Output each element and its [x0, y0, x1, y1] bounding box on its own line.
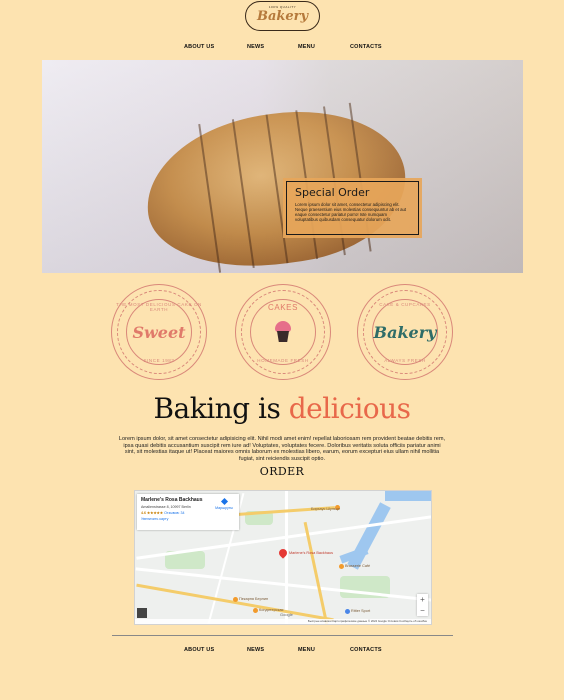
zoom-controls: + −	[417, 594, 428, 616]
bakery-logo[interactable]: 100% QUALITY Bakery	[245, 1, 320, 31]
map-label-1: Бирхаус Шульце	[311, 507, 341, 511]
directions-button[interactable]: Маршруты	[215, 497, 233, 510]
footer-nav-menu[interactable]: MENU	[298, 647, 315, 653]
poi-icon[interactable]	[233, 597, 238, 602]
page-heading: Baking is delicious	[0, 392, 564, 425]
cupcake-icon	[273, 321, 293, 343]
hero-banner	[42, 60, 523, 273]
special-order-text: Lorem ipsum dolor sit amet, consectetur …	[295, 202, 407, 222]
badge-bakery-center: Bakery	[373, 322, 437, 342]
footer-nav-contacts[interactable]: CONTACTS	[350, 647, 382, 653]
zoom-in-button[interactable]: +	[417, 594, 428, 605]
special-order-title: Special Order	[295, 186, 370, 199]
badge-sweet: THE MOST DELICIOUS CAKE ON EARTH Sweet S…	[111, 284, 207, 380]
heading-accent: delicious	[288, 392, 411, 425]
directions-icon	[220, 497, 228, 506]
street-view-icon[interactable]	[137, 608, 147, 618]
footer-nav: ABOUT US NEWS MENU CONTACTS	[0, 647, 564, 657]
larger-map-link[interactable]: Увеличить карту	[141, 517, 235, 521]
order-heading: ORDER	[259, 465, 305, 478]
poi-icon[interactable]	[253, 608, 258, 613]
footer-divider	[112, 635, 453, 636]
poi-icon[interactable]	[339, 564, 344, 569]
map-label-2: Brasserie Café	[345, 564, 371, 568]
google-watermark: Google	[280, 612, 293, 617]
map-label-5: Ritter Sport	[351, 609, 371, 613]
zoom-out-button[interactable]: −	[417, 605, 428, 616]
badge-sweet-center: Sweet	[132, 322, 186, 342]
badge-sweet-bottom-text: SINCE 1983	[143, 358, 175, 363]
footer-nav-news[interactable]: NEWS	[247, 647, 264, 653]
heading-plain: Baking is	[153, 392, 289, 425]
badge-cakes: CAKES HOMEMADE FRESH	[235, 284, 331, 380]
place-address: Amalienstrasse 8, 10997 Berlin	[141, 505, 191, 509]
map-pin-label: Marlene's Rosa Backhaus	[289, 551, 333, 555]
logo-wordmark: Bakery	[256, 9, 309, 24]
place-info-card[interactable]: Marlene's Rosa Backhaus Amalienstrasse 8…	[137, 494, 239, 530]
map-footer[interactable]: Быстрые клавиши Картографические данные …	[135, 619, 431, 624]
badge-bakery-top-text: CAKE & CUPCAKES	[379, 302, 431, 307]
nav-menu[interactable]: MENU	[298, 44, 315, 50]
badge-cakes-top-text: CAKES	[267, 303, 299, 312]
top-nav: ABOUT US NEWS MENU CONTACTS	[0, 44, 564, 54]
footer-nav-about-us[interactable]: ABOUT US	[184, 647, 214, 653]
badge-bakery-bottom-text: ALWAYS FRESH	[384, 358, 426, 363]
intro-paragraph: Lorem ipsum dolor, sit amet consectetur …	[118, 436, 446, 462]
special-order-card[interactable]: Special Order Lorem ipsum dolor sit amet…	[283, 178, 422, 238]
badge-bakery: CAKE & CUPCAKES Bakery ALWAYS FRESH	[357, 284, 453, 380]
poi-icon[interactable]	[345, 609, 350, 614]
google-map-embed[interactable]: Marlene's Rosa Backhaus Amalienstrasse 8…	[134, 490, 432, 625]
reviews-link[interactable]: Отзывов: 34	[164, 511, 184, 515]
map-label-3: Пекарня Берлин	[239, 597, 269, 601]
nav-contacts[interactable]: CONTACTS	[350, 44, 382, 50]
badge-cakes-bottom-text: HOMEMADE FRESH	[257, 358, 309, 363]
badge-sweet-top-text: THE MOST DELICIOUS CAKE ON EARTH	[116, 302, 202, 312]
nav-news[interactable]: NEWS	[247, 44, 264, 50]
place-rating: 4.6 ★★★★★ Отзывов: 34	[141, 511, 185, 516]
nav-about-us[interactable]: ABOUT US	[184, 44, 214, 50]
